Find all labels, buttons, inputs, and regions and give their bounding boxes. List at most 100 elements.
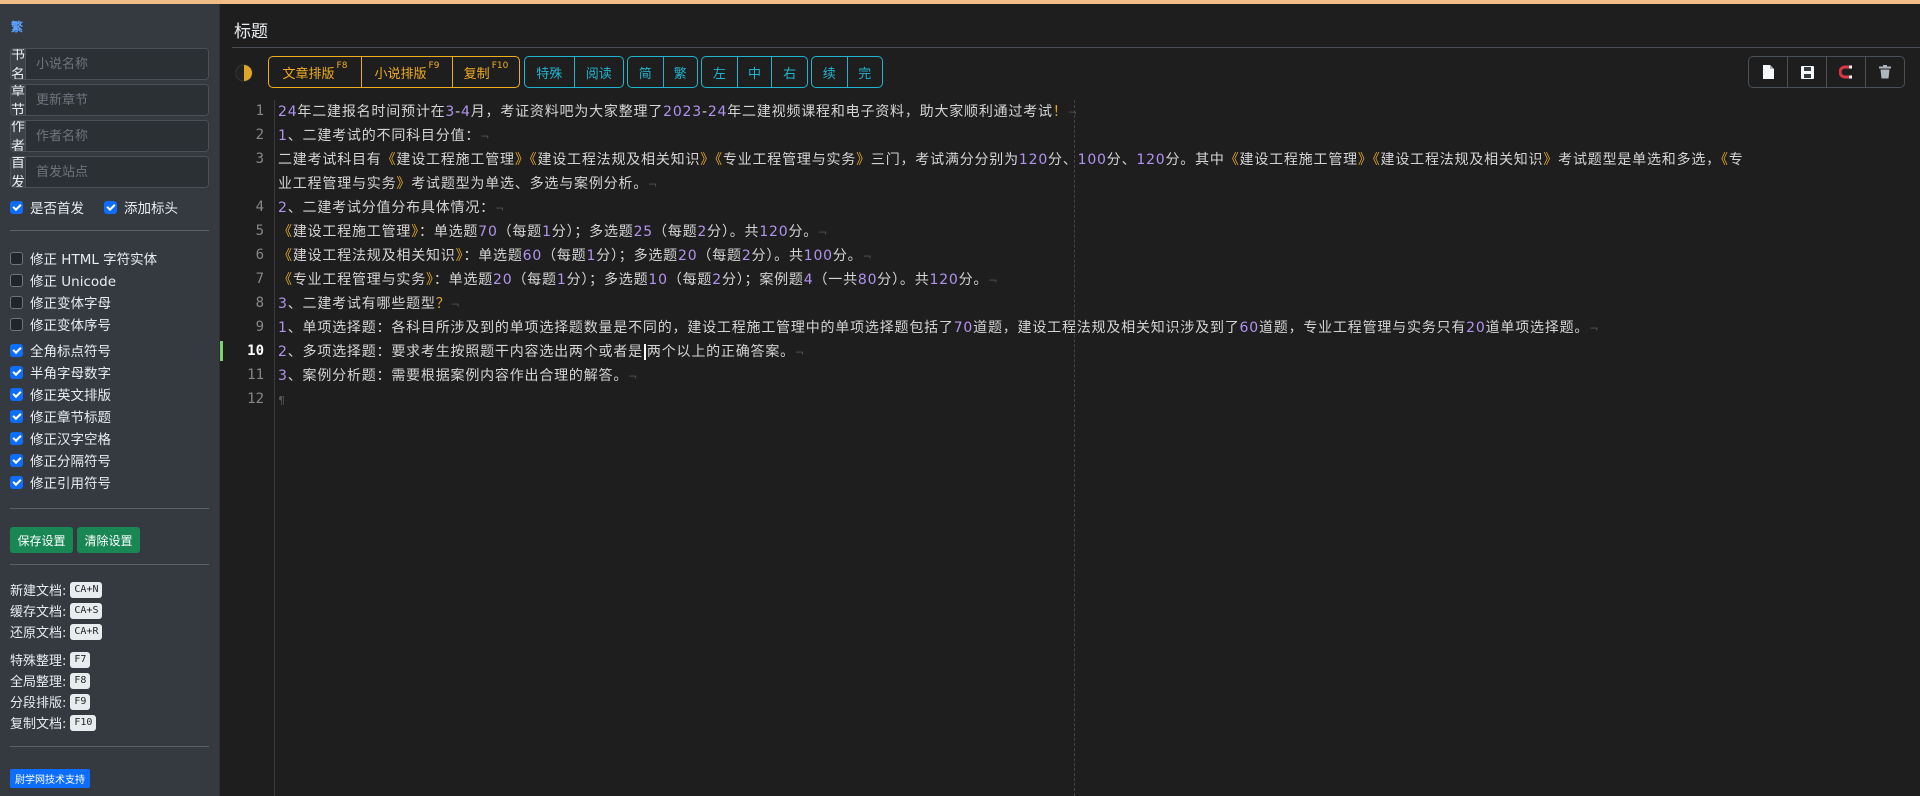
new-file-button[interactable] bbox=[1749, 57, 1787, 87]
fix-option-checkbox[interactable]: 修正英文排版 bbox=[10, 384, 111, 404]
line-number: 5 bbox=[255, 223, 264, 239]
fix-option-checkbox[interactable]: 修正汉字空格 bbox=[10, 428, 111, 448]
delete-button[interactable] bbox=[1865, 57, 1904, 87]
align-center-button[interactable]: 中 bbox=[736, 57, 772, 87]
chapter-input[interactable] bbox=[26, 85, 208, 115]
simplified-button[interactable]: 简 bbox=[628, 57, 663, 87]
save-icon bbox=[1800, 65, 1814, 79]
divider bbox=[10, 746, 209, 747]
book-name-label: 书名 bbox=[11, 48, 26, 80]
clear-settings-button[interactable]: 清除设置 bbox=[77, 527, 140, 553]
theme-toggle-icon[interactable] bbox=[235, 64, 253, 82]
copy-key: F10 bbox=[491, 61, 509, 71]
editor-line: ¶ bbox=[278, 394, 286, 407]
text-editor[interactable]: 1 2 3 4 5 6 7 8 9 10 11 12 24年二建报名时间预计在3… bbox=[220, 100, 1920, 796]
is-first-label: 是否首发 bbox=[30, 201, 84, 217]
author-input[interactable] bbox=[26, 121, 208, 151]
editor-line: 3、二建考试有哪些题型？¬ bbox=[278, 296, 461, 312]
save-file-button[interactable] bbox=[1787, 57, 1826, 87]
checkbox-checked-icon bbox=[10, 387, 23, 401]
line-number: 1 bbox=[255, 103, 264, 119]
article-layout-key: F8 bbox=[336, 61, 348, 71]
shortcut-label: 还原文档: bbox=[10, 626, 67, 641]
fix-option-checkbox[interactable]: 修正 Unicode bbox=[10, 270, 116, 290]
continue-button[interactable]: 续 bbox=[812, 57, 847, 87]
checkbox-checked-icon bbox=[104, 200, 117, 214]
shortcut-label: 分段排版: bbox=[10, 696, 67, 711]
book-name-input[interactable] bbox=[26, 49, 208, 79]
novel-layout-key: F9 bbox=[428, 61, 440, 71]
align-left-button[interactable]: 左 bbox=[702, 57, 737, 87]
article-layout-button[interactable]: 文章排版 F8 bbox=[269, 57, 361, 87]
sidebar: 繁 书名 章节 作者 首发 是否首发 添加标头 修正 HTML 字符实体 修正 … bbox=[0, 4, 220, 796]
fix-option-label: 半角字母数字 bbox=[30, 366, 111, 382]
current-line-marker bbox=[220, 341, 223, 361]
shortcut-label: 特殊整理: bbox=[10, 654, 67, 669]
checkbox-unchecked-icon bbox=[10, 295, 23, 309]
fix-option-checkbox[interactable]: 修正变体序号 bbox=[10, 314, 111, 334]
editor-line: 《建设工程施工管理》：单选题70（每题1分）；多选题25（每题2分）。共120分… bbox=[278, 224, 829, 240]
fix-option-label: 修正引用符号 bbox=[30, 476, 111, 492]
fix-option-checkbox[interactable]: 修正分隔符号 bbox=[10, 450, 111, 470]
fix-option-label: 修正分隔符号 bbox=[30, 454, 111, 470]
checkbox-checked-icon bbox=[10, 343, 23, 357]
file-action-group bbox=[1748, 56, 1905, 88]
window-top-accent bbox=[0, 0, 1920, 4]
restore-button[interactable] bbox=[1826, 57, 1865, 87]
save-settings-button[interactable]: 保存设置 bbox=[10, 527, 73, 553]
editor-line-active: 2、多项选择题：要求考生按照题干内容选出两个或者是 两个以上的正确答案。¬ bbox=[278, 344, 805, 360]
shortcut-key: CA+S bbox=[70, 602, 103, 619]
layout-button-group: 文章排版 F8 小说排版 F9 复制 F10 bbox=[268, 56, 520, 88]
is-first-checkbox[interactable]: 是否首发 bbox=[10, 197, 84, 217]
copy-button[interactable]: 复制 F10 bbox=[452, 57, 519, 87]
shortcut-row: 还原文档: CA+R bbox=[10, 622, 103, 641]
first-site-field: 首发 bbox=[10, 156, 209, 188]
checkbox-unchecked-icon bbox=[10, 273, 23, 287]
support-badge[interactable]: 尉学网技术支持 bbox=[10, 769, 90, 788]
line-number: 9 bbox=[255, 319, 264, 335]
shortcut-row: 缓存文档: CA+S bbox=[10, 601, 103, 620]
checkbox-checked-icon bbox=[10, 475, 23, 489]
line-number: 8 bbox=[255, 295, 264, 311]
fix-option-label: 修正章节标题 bbox=[30, 410, 111, 426]
shortcut-key: F10 bbox=[70, 714, 97, 731]
shortcut-key: CA+N bbox=[70, 581, 103, 598]
fix-option-checkbox[interactable]: 修正引用符号 bbox=[10, 472, 111, 492]
shortcut-label: 缓存文档: bbox=[10, 605, 67, 620]
book-name-field: 书名 bbox=[10, 48, 209, 80]
special-button[interactable]: 特殊 bbox=[525, 57, 574, 87]
editor-line: 24年二建报名时间预计在3-4月，考证资料吧为大家整理了2023-24年二建视频… bbox=[278, 104, 1078, 120]
special-read-group: 特殊 阅读 bbox=[524, 56, 624, 88]
fix-option-label: 全角标点符号 bbox=[30, 344, 111, 360]
first-site-input[interactable] bbox=[26, 157, 208, 187]
traditional-button[interactable]: 繁 bbox=[662, 57, 698, 87]
editor-line: 1、二建考试的不同科目分值：¬ bbox=[278, 128, 491, 144]
novel-layout-button[interactable]: 小说排版 F9 bbox=[361, 57, 452, 87]
article-layout-label: 文章排版 bbox=[282, 66, 335, 82]
editor-line: 1、单项选择题：各科目所涉及到的单项选择题数量是不同的，建设工程施工管理中的单项… bbox=[278, 320, 1600, 336]
add-header-label: 添加标头 bbox=[124, 201, 178, 217]
fix-option-label: 修正英文排版 bbox=[30, 388, 111, 404]
checkbox-checked-icon bbox=[10, 365, 23, 379]
status-group: 续 完 bbox=[811, 56, 883, 88]
checkbox-unchecked-icon bbox=[10, 317, 23, 331]
add-header-checkbox[interactable]: 添加标头 bbox=[104, 197, 178, 217]
editor-line: 2、二建考试分值分布具体情况：¬ bbox=[278, 200, 505, 216]
line-number: 3 bbox=[255, 151, 264, 167]
align-right-button[interactable]: 右 bbox=[771, 57, 807, 87]
fix-option-checkbox[interactable]: 半角字母数字 bbox=[10, 362, 111, 382]
shortcut-key: CA+R bbox=[70, 623, 103, 640]
finish-button[interactable]: 完 bbox=[846, 57, 883, 87]
line-number: 12 bbox=[247, 391, 264, 407]
fix-option-checkbox[interactable]: 修正变体字母 bbox=[10, 292, 111, 312]
fix-option-checkbox[interactable]: 修正章节标题 bbox=[10, 406, 111, 426]
novel-layout-label: 小说排版 bbox=[374, 66, 427, 82]
fix-option-checkbox[interactable]: 修正 HTML 字符实体 bbox=[10, 248, 157, 268]
fix-option-label: 修正变体序号 bbox=[30, 318, 111, 334]
read-button[interactable]: 阅读 bbox=[573, 57, 624, 87]
divider bbox=[10, 564, 209, 565]
fix-option-label: 修正汉字空格 bbox=[30, 432, 111, 448]
fix-option-checkbox[interactable]: 全角标点符号 bbox=[10, 340, 111, 360]
trash-icon bbox=[1879, 65, 1891, 79]
logo: 繁 bbox=[11, 20, 24, 34]
